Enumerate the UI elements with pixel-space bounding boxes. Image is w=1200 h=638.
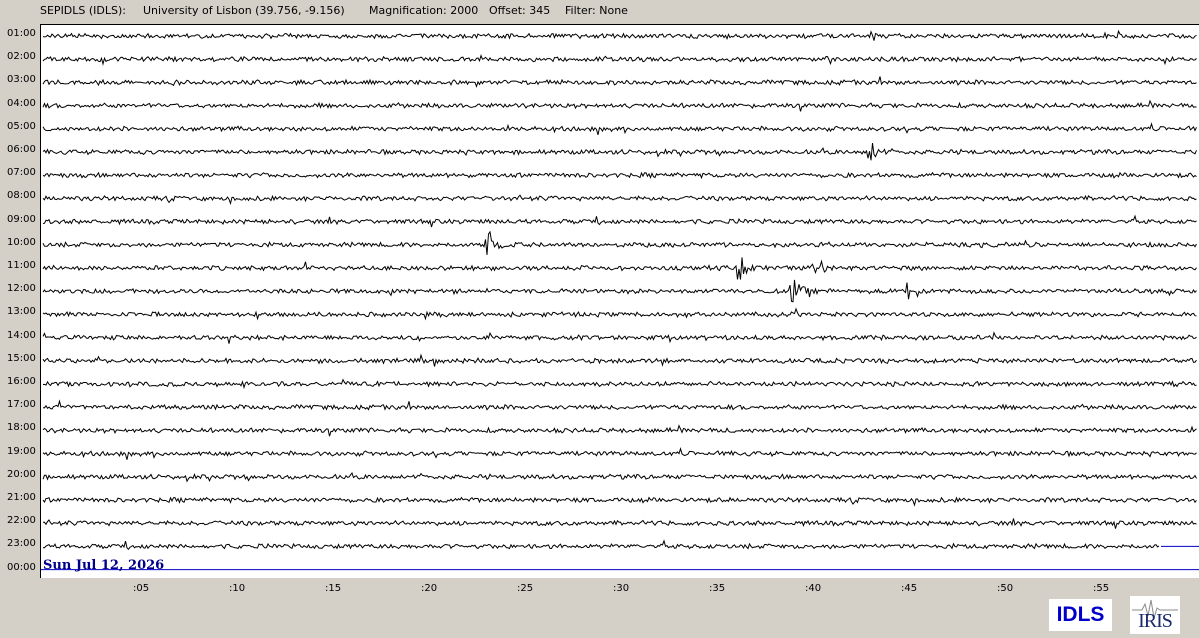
- location-label: University of Lisbon (39.756, -9.156): [143, 4, 345, 17]
- minute-label: :10: [229, 583, 246, 594]
- hour-label: 19:00: [7, 445, 36, 457]
- offset-label: Offset: 345: [489, 4, 551, 17]
- hour-label: 03:00: [7, 74, 36, 86]
- trace-line: [42, 54, 1197, 66]
- trace-line: [42, 496, 1197, 507]
- trace-line: [42, 230, 1197, 255]
- minute-label: :55: [1093, 583, 1110, 594]
- trace-line: [42, 307, 1197, 321]
- hour-label: 11:00: [7, 260, 36, 271]
- trace-line: [42, 424, 1197, 437]
- hour-label: 04:00: [7, 97, 36, 109]
- trace-line: [42, 471, 1197, 483]
- minute-label: :15: [325, 583, 342, 594]
- hour-label: 02:00: [7, 51, 36, 63]
- hour-label: 13:00: [7, 306, 36, 318]
- hour-label: 08:00: [7, 190, 36, 202]
- hour-label: 09:00: [7, 213, 36, 225]
- minute-label: :50: [997, 583, 1014, 594]
- hour-label: 23:00: [7, 538, 36, 550]
- trace-line: [42, 399, 1197, 411]
- minute-label: :30: [613, 583, 630, 594]
- trace-line: [42, 29, 1197, 41]
- hour-label: 22:00: [7, 515, 36, 527]
- minute-label: :05: [133, 583, 150, 594]
- hour-label: 07:00: [7, 167, 36, 179]
- hour-label: 10:00: [7, 236, 36, 248]
- trace-line: [42, 279, 1197, 303]
- date-label: Sun Jul 12, 2026: [43, 558, 165, 573]
- trace-line: [42, 353, 1197, 367]
- iris-logo: IRIS: [1130, 596, 1180, 634]
- trace-line: [42, 378, 1197, 390]
- hour-label: 06:00: [7, 144, 36, 155]
- hour-label: 16:00: [7, 376, 36, 387]
- trace-line: [43, 539, 1160, 551]
- hour-label: 12:00: [7, 283, 36, 295]
- trace-line: [42, 214, 1197, 228]
- hour-label: 21:00: [7, 492, 36, 503]
- minute-label: :45: [901, 583, 918, 594]
- hour-label: 17:00: [7, 399, 36, 411]
- seismogram-traces: [41, 29, 1199, 571]
- hour-label: 20:00: [7, 468, 36, 480]
- trace-line: [42, 446, 1197, 460]
- hour-label: 05:00: [7, 120, 36, 132]
- hour-label: 15:00: [7, 352, 36, 364]
- filter-label: Filter: None: [565, 4, 628, 17]
- trace-line: [42, 257, 1197, 280]
- helicorder-plot: [40, 24, 1199, 578]
- minute-label: :20: [421, 583, 438, 594]
- trace-line: [42, 194, 1197, 206]
- minute-label: :35: [709, 583, 726, 594]
- header-bar: SEPIDLS (IDLS): University of Lisbon (39…: [0, 0, 1200, 22]
- minute-label: :25: [517, 583, 534, 594]
- hour-label: 18:00: [7, 422, 36, 434]
- trace-line: [43, 518, 1197, 529]
- hour-label: 14:00: [7, 329, 36, 341]
- trace-line: [42, 76, 1197, 88]
- iris-logo-text: IRIS: [1138, 610, 1173, 632]
- trace-line: [42, 143, 1197, 161]
- hour-label: 00:00: [7, 561, 36, 573]
- station-label: SEPIDLS (IDLS):: [40, 4, 127, 17]
- minute-label: :40: [805, 583, 822, 594]
- magnification-label: Magnification: 2000: [369, 4, 479, 17]
- trace-line: [42, 171, 1197, 180]
- idls-logo: IDLS: [1049, 599, 1112, 631]
- trace-line: [42, 331, 1197, 344]
- hour-label: 01:00: [7, 28, 36, 39]
- trace-line: [42, 122, 1197, 136]
- trace-line: [42, 99, 1197, 112]
